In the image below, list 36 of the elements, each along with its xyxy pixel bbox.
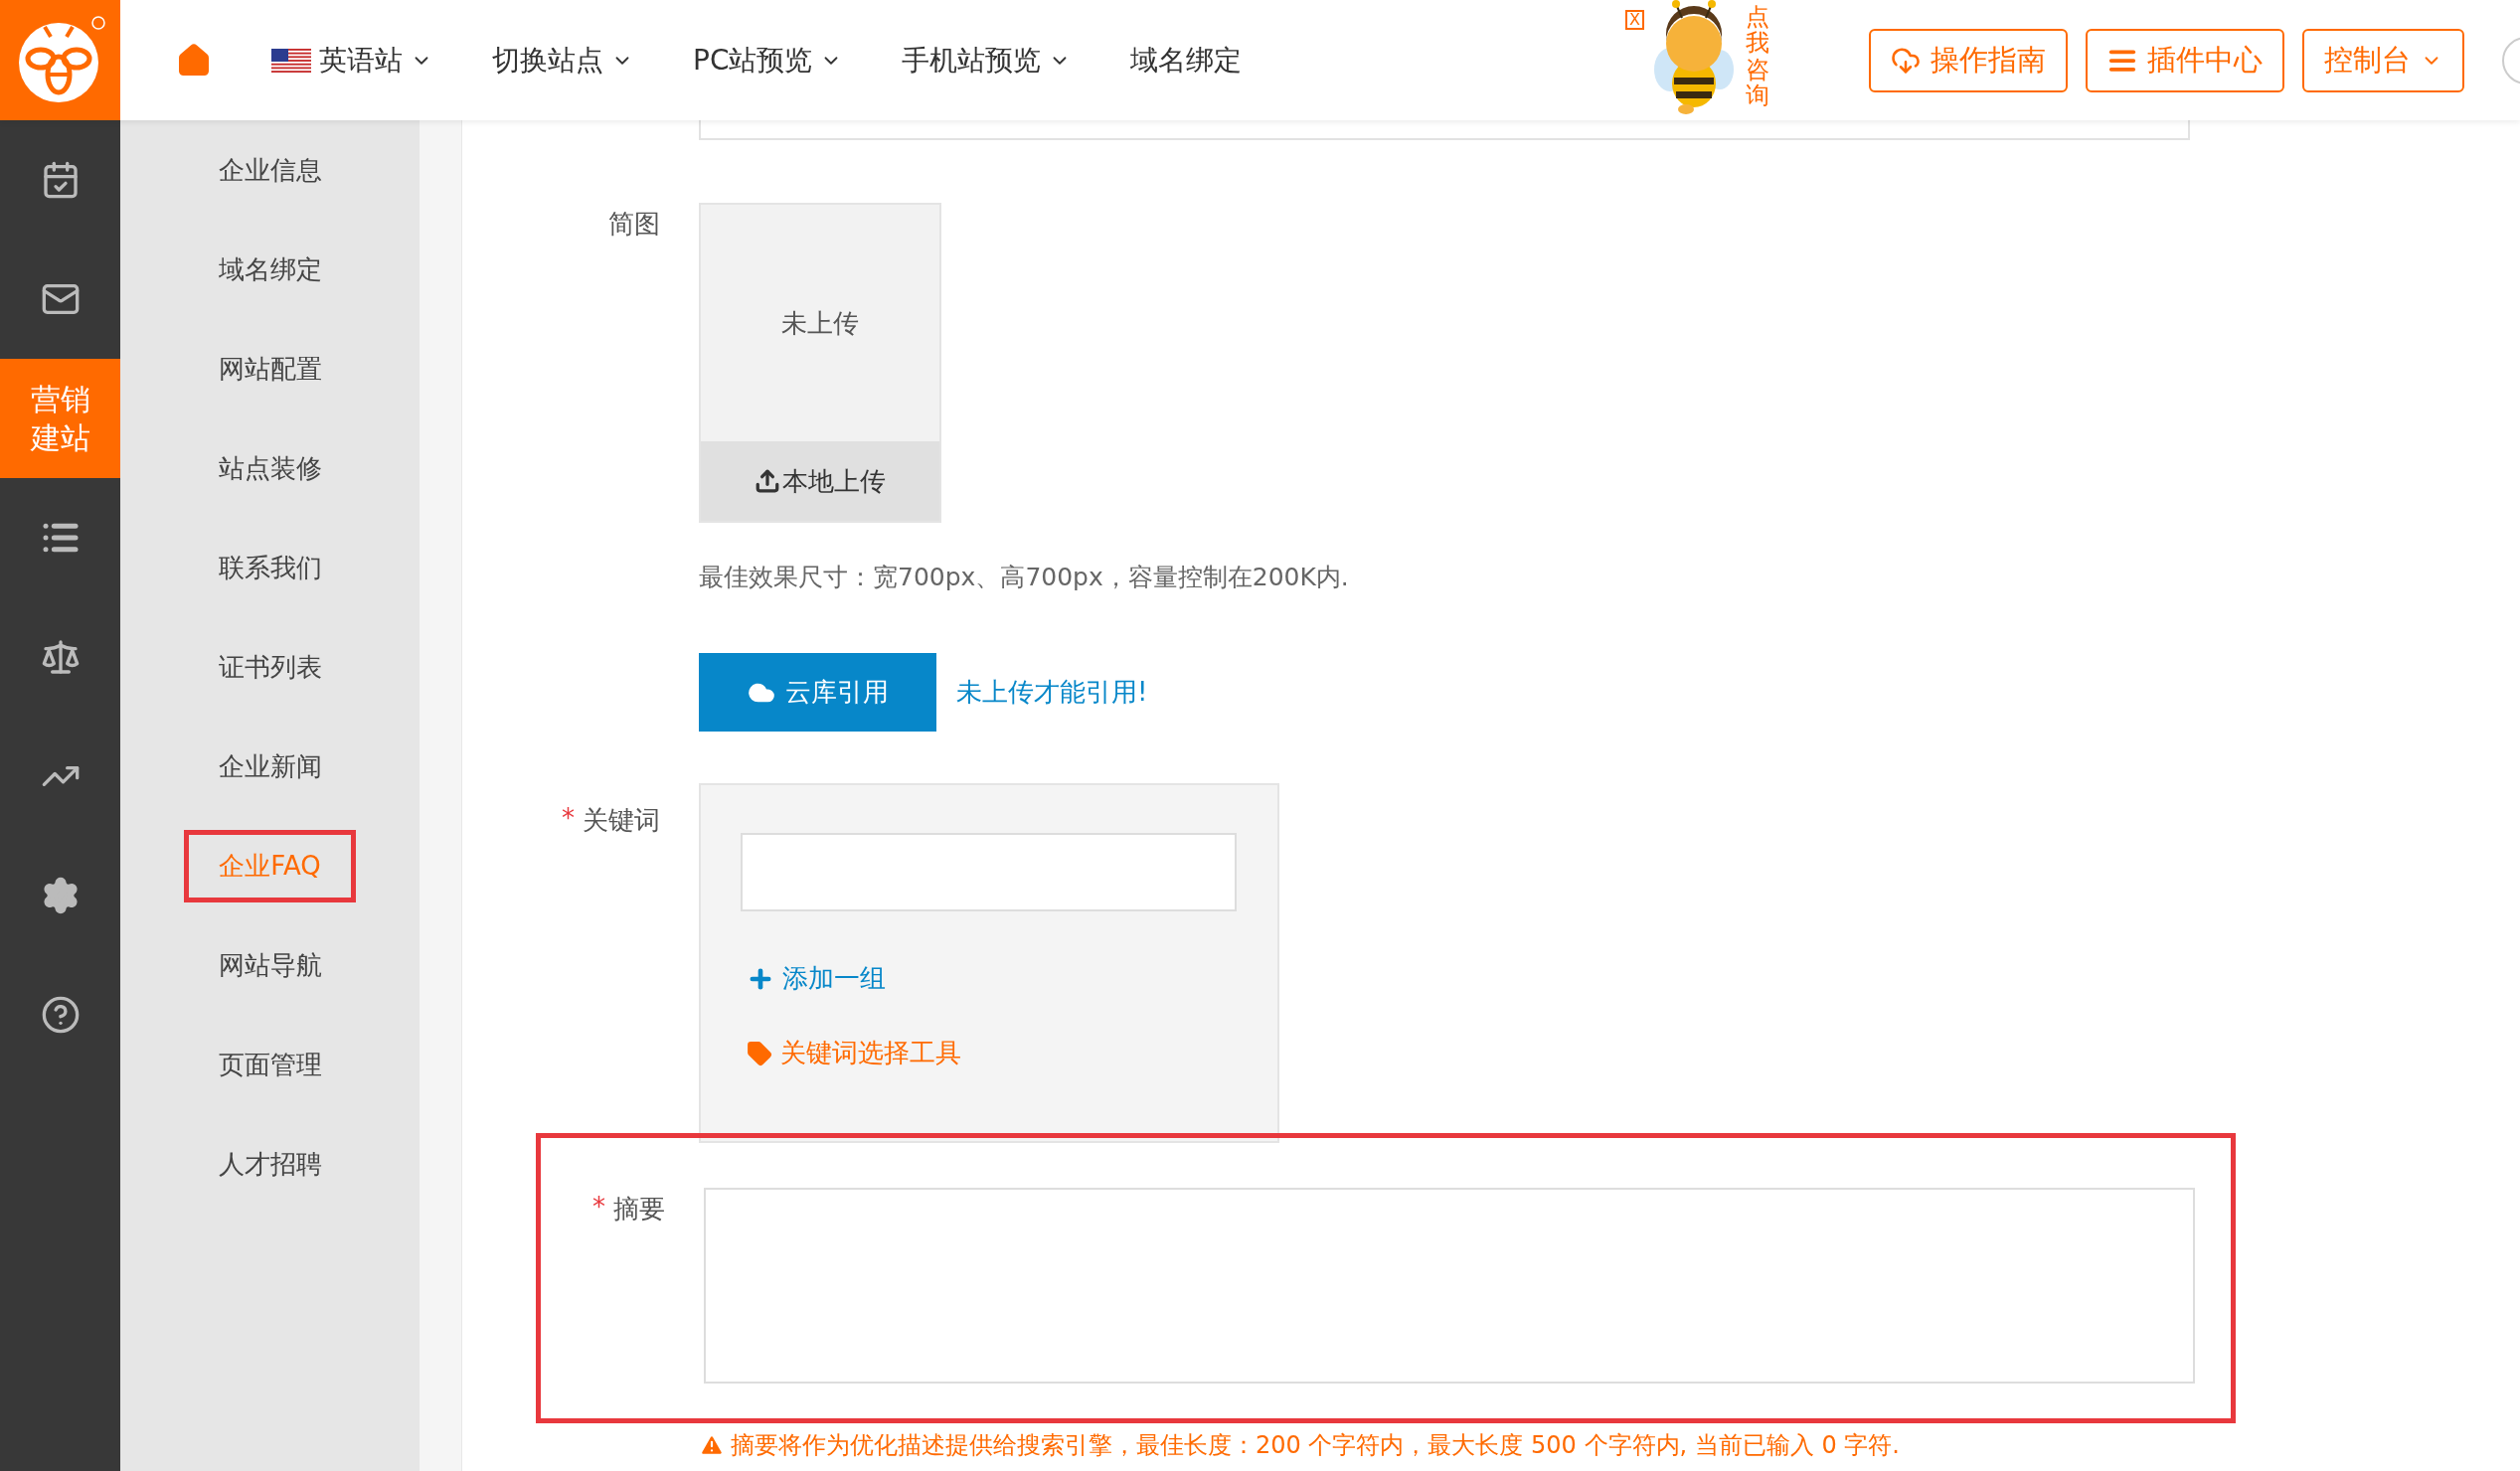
nav-menu-item[interactable]: 英语站 bbox=[319, 41, 403, 80]
sidebar-item[interactable]: 人才招聘 bbox=[183, 1127, 357, 1201]
sidebar-item[interactable]: 联系我们 bbox=[183, 531, 357, 604]
cloud-download-icon bbox=[1891, 45, 1921, 76]
size-hint: 最佳效果尺寸：宽700px、高700px，容量控制在200K内. bbox=[699, 562, 1350, 593]
sidebar-item[interactable]: 企业信息 bbox=[183, 133, 357, 207]
sidebar-item[interactable]: 站点装修 bbox=[183, 431, 357, 505]
upload-status: 未上传 bbox=[781, 306, 859, 340]
nav-menu-item[interactable]: 切换站点 bbox=[492, 41, 603, 80]
sidebar-item[interactable]: 网站导航 bbox=[183, 928, 357, 1002]
required-mark: * bbox=[562, 803, 575, 835]
sidebar-item[interactable]: 企业新闻 bbox=[183, 730, 357, 803]
scale-icon bbox=[40, 637, 81, 677]
field-label: 摘要 bbox=[613, 1193, 665, 1226]
required-mark: * bbox=[592, 1192, 605, 1224]
us-flag-icon bbox=[271, 48, 311, 73]
upload-icon bbox=[755, 468, 780, 494]
field-label: 简图 bbox=[608, 208, 660, 241]
tag-icon bbox=[747, 1040, 772, 1066]
add-group-link[interactable]: 添加一组 bbox=[747, 961, 1238, 996]
sidebar-item[interactable]: 页面管理 bbox=[183, 1028, 357, 1101]
cloud-note: 未上传才能引用! bbox=[956, 676, 1148, 709]
sidebar-item[interactable]: 网站配置 bbox=[183, 332, 357, 406]
nav-menu-item[interactable]: 域名绑定 bbox=[1130, 41, 1243, 80]
input-field[interactable] bbox=[699, 120, 2190, 140]
keyword-input[interactable] bbox=[741, 833, 1237, 911]
nav-menu-item[interactable]: 手机站预览 bbox=[902, 41, 1042, 80]
local-upload-button[interactable]: 本地上传 bbox=[701, 441, 939, 521]
sidebar-item[interactable]: 证书列表 bbox=[183, 630, 357, 704]
home-icon[interactable] bbox=[176, 42, 212, 79]
cloud-library-button[interactable]: 云库引用 bbox=[699, 653, 936, 732]
help-icon bbox=[40, 995, 81, 1035]
nav-menu-item[interactable]: PC站预览 bbox=[693, 41, 813, 80]
sidebar-item[interactable]: 域名绑定 bbox=[183, 233, 357, 306]
field-label: 关键词 bbox=[583, 804, 660, 837]
warning-text: 摘要将作为优化描述提供给搜索引擎，最佳长度：200 个字符内，最大长度 500 个字符内, 当前已输入 0 字符. bbox=[731, 1430, 1900, 1461]
